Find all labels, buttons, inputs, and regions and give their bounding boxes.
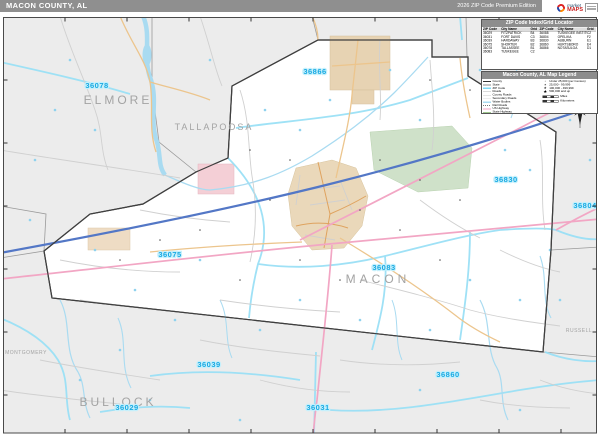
scale-bar — [542, 99, 559, 103]
page-title: MACON COUNTY, AL — [6, 1, 88, 10]
zip-code-label: 36830 — [494, 175, 517, 184]
scale-bar-label: Kilometers — [560, 99, 575, 103]
rail-swatch — [483, 104, 491, 106]
edition-label: 2026 ZIP Code Premium Edition — [457, 3, 536, 9]
zip-code-label: 36860 — [436, 370, 459, 379]
index-cell: C2 — [530, 50, 535, 54]
index-cell — [539, 50, 557, 54]
road-swatch — [483, 91, 491, 93]
zip-code-label: 36029 — [115, 403, 138, 412]
zip-code-label: 36039 — [197, 360, 220, 369]
water-swatch — [483, 101, 491, 103]
scale-bar-row: Miles — [542, 95, 596, 99]
zip-code-label: 36075 — [158, 250, 181, 259]
secondary-swatch — [483, 98, 491, 99]
state-swatch — [483, 84, 491, 86]
urban-area-shorter — [87, 227, 131, 251]
star-lg-icon: ★ — [543, 89, 548, 95]
zip-swatch — [483, 87, 491, 90]
index-cell — [587, 50, 596, 54]
map-sheet: { "header": { "title": "MACON COUNTY, AL… — [0, 0, 600, 436]
us-hwy-swatch — [483, 108, 491, 110]
county-label: MACON — [346, 272, 411, 286]
index-cell: TUSKEGEE — [501, 50, 519, 54]
state-hwy-swatch — [483, 111, 491, 113]
legend: ZIP Code Index/Grid Locator ZIP Code City… — [481, 19, 598, 115]
zip-index-table: ZIP Code City Name Grid ZIP Code City Name Gr… — [482, 27, 597, 54]
zip-code-label: 36031 — [306, 403, 329, 412]
map-key-title: Macon County, AL Map Legend — [482, 72, 597, 79]
county-swatch — [483, 81, 491, 83]
scale-bar-label: Miles — [560, 95, 568, 99]
index-cell — [558, 50, 587, 54]
zip-index-title: ZIP Code Index/Grid Locator — [482, 20, 597, 27]
zip-code-label: 36083 — [372, 263, 395, 272]
legend-city-label: 500,000 and up — [549, 90, 571, 94]
index-cell: 36083 — [483, 50, 493, 54]
legend-item: State Highway — [483, 111, 541, 113]
legend-line-items: County State ZIP Code Roads County Roads Seco… — [483, 80, 541, 113]
legend-city-item: ★ 500,000 and up — [543, 89, 596, 95]
map-key-panel: Macon County, AL Map Legend County State Z… — [481, 71, 598, 114]
scale-bar-row: Kilometers — [542, 99, 596, 103]
legend-item-label: State Highway — [492, 110, 512, 113]
legend-city-items: • Under 25,000 (per Census) ★ 25,000 - 99,9… — [542, 80, 596, 113]
zip-index-panel: ZIP Code Index/Grid Locator ZIP Code City… — [481, 19, 598, 70]
county-label: ELMORE — [84, 93, 153, 107]
county-label: RUSSELL — [566, 328, 592, 334]
zip-code-label: 36078 — [85, 81, 108, 90]
county-label: TALLAPOOSA — [175, 122, 254, 132]
scale-bar — [542, 95, 559, 98]
county-road-swatch — [483, 95, 491, 96]
header-bar: MACON COUNTY, AL 2026 ZIP Code Premium E… — [0, 0, 600, 12]
zip-code-label: 36866 — [303, 67, 326, 76]
county-label: MONTGOMERY — [5, 350, 47, 356]
